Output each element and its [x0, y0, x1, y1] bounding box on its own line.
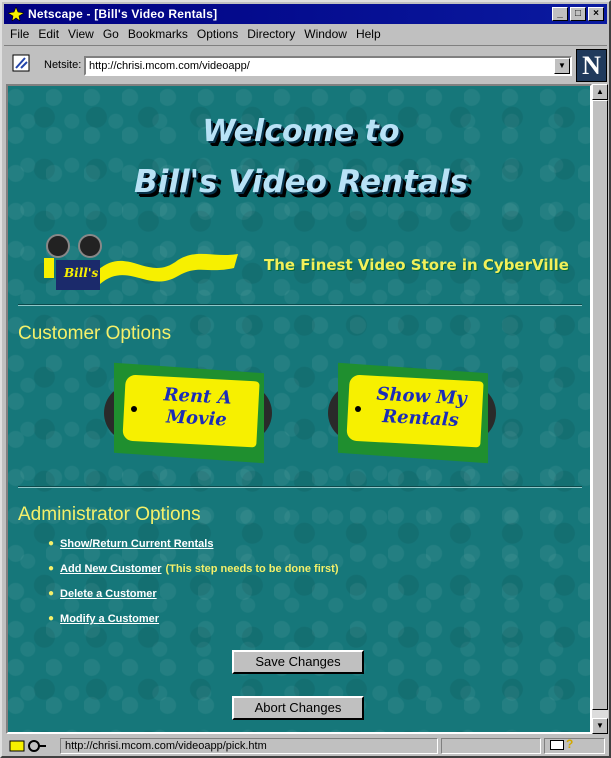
status-text: http://chrisi.mcom.com/videoapp/pick.htm — [60, 738, 438, 754]
administrator-options-heading: Administrator Options — [18, 504, 201, 525]
list-item: ● Show/Return Current Rentals — [48, 538, 338, 563]
maximize-button[interactable]: □ — [570, 7, 586, 21]
list-item: ● Modify a Customer — [48, 613, 338, 638]
bills-logo: Bill's — [38, 234, 238, 294]
scroll-thumb[interactable] — [592, 100, 608, 710]
menu-view[interactable]: View — [68, 27, 94, 41]
divider — [18, 486, 582, 488]
menu-options[interactable]: Options — [197, 27, 238, 41]
minimize-button[interactable]: _ — [552, 7, 568, 21]
ticket-hole-icon — [355, 406, 361, 412]
show-my-rentals-button[interactable]: Show My Rentals — [328, 360, 508, 464]
list-item: ● Add New Customer (This step needs to b… — [48, 563, 338, 588]
vertical-scrollbar[interactable]: ▲ ▼ — [592, 84, 608, 734]
window-title: Netscape - [Bill's Video Rentals] — [28, 7, 218, 21]
menu-go[interactable]: Go — [103, 27, 119, 41]
show-my-rentals-label: Show My Rentals — [361, 383, 481, 433]
help-question-icon[interactable]: ? — [566, 737, 573, 751]
delete-customer-link[interactable]: Delete a Customer — [60, 588, 157, 600]
add-customer-note: (This step needs to be done first) — [165, 563, 339, 575]
url-field[interactable]: http://chrisi.mcom.com/videoapp/ ▼ — [84, 56, 572, 76]
menu-bar: File Edit View Go Bookmarks Options Dire… — [4, 25, 607, 43]
tagline: The Finest Video Store in CyberVille — [264, 256, 569, 274]
netscape-app-icon[interactable] — [7, 6, 25, 22]
menu-help[interactable]: Help — [356, 27, 381, 41]
save-changes-button[interactable]: Save Changes — [232, 650, 364, 674]
menu-file[interactable]: File — [10, 27, 29, 41]
welcome-line2: Bill's Video Rentals — [134, 164, 468, 200]
bookmark-icon[interactable] — [12, 54, 30, 72]
location-bar: Netsite: http://chrisi.mcom.com/videoapp… — [4, 45, 607, 83]
scroll-down-icon[interactable]: ▼ — [592, 718, 608, 734]
bullet-icon: ● — [48, 538, 55, 549]
page-content: Welcome to Bill's Video Rentals Bill's T… — [6, 84, 592, 734]
menu-bookmarks[interactable]: Bookmarks — [128, 27, 188, 41]
show-return-rentals-link[interactable]: Show/Return Current Rentals — [60, 538, 213, 550]
divider — [18, 304, 582, 306]
bullet-icon: ● — [48, 613, 55, 624]
menu-directory[interactable]: Directory — [247, 27, 295, 41]
modify-customer-link[interactable]: Modify a Customer — [60, 613, 159, 625]
abort-changes-button[interactable]: Abort Changes — [232, 696, 364, 720]
rent-a-movie-label: Rent A Movie — [137, 383, 257, 433]
close-button[interactable]: × — [588, 7, 604, 21]
customer-options-heading: Customer Options — [18, 323, 172, 344]
welcome-line1: Welcome to — [202, 114, 400, 149]
mail-icon[interactable] — [550, 740, 564, 750]
browser-window: Netscape - [Bill's Video Rentals] _ □ × … — [0, 0, 611, 758]
security-key-icon[interactable] — [8, 738, 48, 754]
scroll-up-icon[interactable]: ▲ — [592, 84, 608, 100]
add-new-customer-link[interactable]: Add New Customer — [60, 563, 161, 575]
status-bar: http://chrisi.mcom.com/videoapp/pick.htm… — [4, 736, 607, 756]
logo-text: Bill's — [64, 266, 99, 280]
ticket-hole-icon — [131, 406, 137, 412]
title-bar: Netscape - [Bill's Video Rentals] _ □ × — [4, 4, 607, 24]
bullet-icon: ● — [48, 588, 55, 599]
netscape-logo-icon[interactable]: N — [576, 49, 607, 82]
menu-window[interactable]: Window — [304, 27, 347, 41]
admin-links-list: ● Show/Return Current Rentals ● Add New … — [48, 538, 338, 638]
location-label: Netsite: — [44, 59, 82, 71]
url-dropdown-icon[interactable]: ▼ — [554, 58, 570, 74]
rent-a-movie-button[interactable]: Rent A Movie — [104, 360, 284, 464]
list-item: ● Delete a Customer — [48, 588, 338, 613]
progress-box — [441, 738, 541, 754]
menu-edit[interactable]: Edit — [38, 27, 59, 41]
bullet-icon: ● — [48, 563, 55, 574]
url-text: http://chrisi.mcom.com/videoapp/ — [89, 60, 250, 72]
